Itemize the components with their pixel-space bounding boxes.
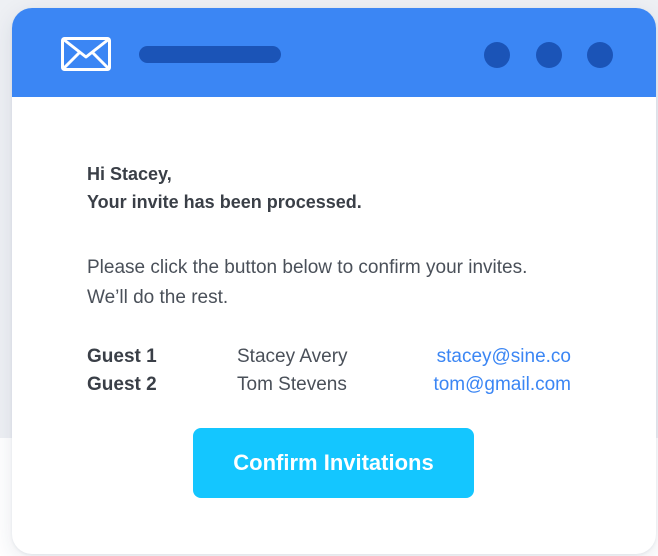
window-control-dot[interactable] bbox=[587, 42, 613, 68]
headline-line: Your invite has been processed. bbox=[87, 192, 362, 212]
greeting-line: Hi Stacey, bbox=[87, 164, 172, 184]
window-title-placeholder bbox=[139, 46, 281, 63]
confirm-invitations-button[interactable]: Confirm Invitations bbox=[193, 428, 474, 498]
email-window: Hi Stacey, Your invite has been processe… bbox=[12, 8, 656, 554]
guest-name: Tom Stevens bbox=[237, 374, 347, 395]
guest-label: Guest 2 bbox=[87, 374, 157, 395]
guest-email-link[interactable]: stacey@sine.co bbox=[437, 344, 571, 370]
window-control-dot[interactable] bbox=[536, 42, 562, 68]
window-control-dot[interactable] bbox=[484, 42, 510, 68]
guest-name: Stacey Avery bbox=[237, 346, 348, 367]
message-text: Please click the button below to confirm… bbox=[87, 257, 528, 308]
window-titlebar bbox=[12, 8, 656, 97]
guest-row: Guest 2 Tom Stevens tom@gmail.com bbox=[87, 372, 607, 398]
mail-icon bbox=[61, 37, 111, 71]
guest-label: Guest 1 bbox=[87, 346, 157, 367]
guest-row: Guest 1 Stacey Avery stacey@sine.co bbox=[87, 344, 607, 370]
guest-email-link[interactable]: tom@gmail.com bbox=[433, 372, 571, 398]
greeting-block: Hi Stacey, Your invite has been processe… bbox=[87, 160, 362, 216]
